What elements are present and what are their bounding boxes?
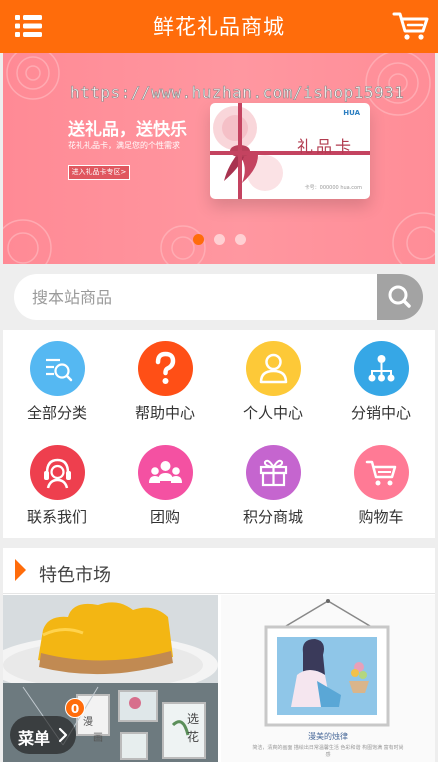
- nav-item-shopping-cart[interactable]: 购物车: [327, 434, 435, 538]
- nav-label: 个人中心: [242, 404, 303, 422]
- floating-menu-button[interactable]: 菜单 0: [10, 698, 85, 754]
- menu-count-badge: 0: [65, 698, 85, 718]
- frame-text: 花: [187, 730, 200, 744]
- floating-menu-label: 菜单: [18, 729, 51, 748]
- chevron-right-icon: [58, 727, 68, 743]
- nav-label: 联系我们: [26, 508, 87, 526]
- question-mark-icon: [138, 341, 193, 396]
- search-bar: [14, 274, 423, 320]
- promo-banner[interactable]: https://www.huzhan.com/ishop15931 送礼品，送快…: [3, 53, 435, 264]
- gift-icon: [246, 445, 301, 500]
- distribution-tree-icon: [354, 341, 409, 396]
- section-header: 特色市场: [3, 548, 435, 594]
- banner-subtitle: 花礼礼品卡，满足您的个性需求: [68, 141, 180, 150]
- nav-item-help-center[interactable]: 帮助中心: [111, 330, 219, 434]
- nav-label: 全部分类: [26, 404, 87, 422]
- banner-slogan: 送礼品，送快乐: [68, 120, 187, 140]
- nav-item-group-buy[interactable]: 团购: [111, 434, 219, 538]
- customer-service-icon: [30, 445, 85, 500]
- product-subcaption: 简洁，清爽的画面 描绘出日常温馨生活 色彩和谐 构图饱满 富有时尚感: [252, 745, 404, 758]
- product-caption: 漫美的烛律: [308, 732, 348, 741]
- category-search-icon: [30, 341, 85, 396]
- search-input[interactable]: [14, 274, 378, 320]
- nav-item-distribution-center[interactable]: 分销中心: [327, 330, 435, 434]
- frame-text: 漫: [83, 717, 93, 728]
- page-title: 鲜花礼品商城: [153, 15, 285, 39]
- search-icon: [388, 285, 411, 308]
- gift-card-zone-button[interactable]: 进入礼品卡专区>: [68, 165, 130, 180]
- nav-label: 积分商城: [242, 508, 303, 526]
- nav-label: 团购: [149, 508, 180, 526]
- carousel-dot-3[interactable]: [235, 234, 246, 245]
- gift-card-image: HUA 礼品卡 卡号：000000 hua.com: [210, 103, 370, 199]
- frame-text: 选: [187, 712, 200, 726]
- carousel-dots: [193, 234, 246, 245]
- frame-text: 画: [93, 733, 103, 744]
- watermark-text: https://www.huzhan.com/ishop15931: [70, 83, 405, 103]
- nav-label: 帮助中心: [134, 404, 195, 422]
- section-marker-icon: [15, 559, 26, 581]
- search-button[interactable]: [377, 274, 423, 320]
- nav-item-all-categories[interactable]: 全部分类: [3, 330, 111, 434]
- product-tile-painting[interactable]: 漫美的烛律 简洁，清爽的画面 描绘出日常温馨生活 色彩和谐 构图饱满 富有时尚感: [221, 595, 435, 762]
- top-header: 鲜花礼品商城: [0, 0, 438, 53]
- card-brand-logo: HUA: [343, 109, 360, 117]
- carousel-dot-2[interactable]: [214, 234, 225, 245]
- card-title: 礼品卡: [296, 137, 354, 156]
- nav-item-points-mall[interactable]: 积分商城: [219, 434, 327, 538]
- section-title: 特色市场: [39, 565, 111, 586]
- group-people-icon: [138, 445, 193, 500]
- user-icon: [246, 341, 301, 396]
- nav-item-contact-us[interactable]: 联系我们: [3, 434, 111, 538]
- carousel-dot-1[interactable]: [193, 234, 204, 245]
- shopping-cart-icon[interactable]: [392, 10, 430, 42]
- card-footer-text: 卡号：000000 hua.com: [304, 185, 362, 191]
- nav-grid: 全部分类 帮助中心 个人中心 分销中心 联系我们 团购 积分商城 购物车: [3, 330, 435, 538]
- nav-item-personal-center[interactable]: 个人中心: [219, 330, 327, 434]
- nav-label: 购物车: [358, 508, 404, 526]
- nav-label: 分销中心: [350, 404, 411, 422]
- shopping-cart-icon: [354, 445, 409, 500]
